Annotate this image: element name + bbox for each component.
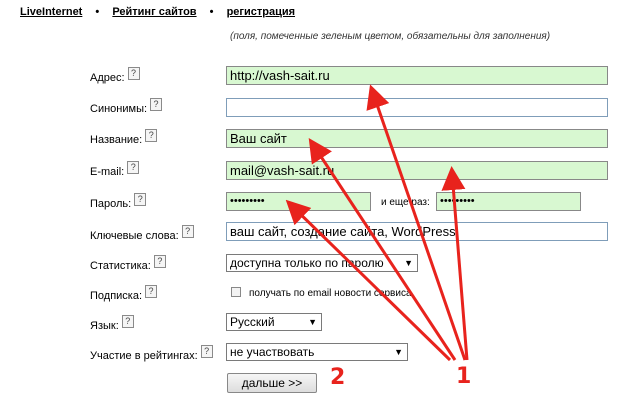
keywords-input[interactable]: ваш сайт, создание сайта, WordPress xyxy=(226,222,608,241)
password-label: Пароль:? xyxy=(90,193,147,211)
help-icon[interactable]: ? xyxy=(150,98,163,111)
help-icon[interactable]: ? xyxy=(145,285,158,298)
language-select[interactable]: Русский ▼ xyxy=(226,313,322,331)
keywords-label: Ключевые слова:? xyxy=(90,225,194,243)
help-icon[interactable]: ? xyxy=(134,193,147,206)
subscription-checkbox[interactable] xyxy=(231,287,241,297)
help-icon[interactable]: ? xyxy=(145,129,158,142)
nav-separator: • xyxy=(95,6,100,18)
statistics-label: Статистика:? xyxy=(90,255,166,273)
language-label: Язык:? xyxy=(90,315,134,333)
help-icon[interactable]: ? xyxy=(153,255,166,268)
address-input[interactable]: http://vash-sait.ru xyxy=(226,66,608,85)
next-button[interactable]: дальше >> xyxy=(227,373,317,393)
nav-link-liveinternet[interactable]: LiveInternet xyxy=(20,6,82,18)
help-icon[interactable]: ? xyxy=(200,345,213,358)
synonyms-label: Синонимы:? xyxy=(90,98,163,116)
nav-link-registration[interactable]: регистрация xyxy=(227,6,295,18)
site-name-input[interactable]: Ваш сайт xyxy=(226,129,608,148)
help-icon[interactable]: ? xyxy=(127,67,140,80)
subscription-checkbox-label: получать по email новости сервиса xyxy=(249,288,412,299)
nav-separator: • xyxy=(209,6,214,18)
site-name-label: Название:? xyxy=(90,129,158,147)
annotation-label-2: 2 xyxy=(330,365,346,390)
chevron-down-icon: ▼ xyxy=(394,347,403,357)
password-input[interactable]: ••••••••• xyxy=(226,192,371,211)
statistics-select[interactable]: доступна только по паролю ▼ xyxy=(226,254,418,272)
help-icon[interactable]: ? xyxy=(181,225,194,238)
password-confirm-input[interactable]: ••••••••• xyxy=(436,192,581,211)
ratings-label: Участие в рейтингах:? xyxy=(90,345,213,363)
statistics-select-value: доступна только по паролю xyxy=(230,256,384,270)
ratings-select-value: не участвовать xyxy=(230,345,315,359)
synonyms-input[interactable] xyxy=(226,98,608,117)
email-label: E-mail:? xyxy=(90,161,140,179)
subscription-label: Подписка:? xyxy=(90,285,158,303)
annotation-label-1: 1 xyxy=(456,364,472,389)
top-nav: LiveInternet • Рейтинг сайтов • регистра… xyxy=(20,6,295,18)
required-fields-note: (поля, помеченные зеленым цветом, обязат… xyxy=(230,31,551,42)
chevron-down-icon: ▼ xyxy=(308,317,317,327)
chevron-down-icon: ▼ xyxy=(404,258,413,268)
ratings-select[interactable]: не участвовать ▼ xyxy=(226,343,408,361)
nav-link-ratings[interactable]: Рейтинг сайтов xyxy=(112,6,196,18)
email-input[interactable]: mail@vash-sait.ru xyxy=(226,161,608,180)
password-again-label: и еще раз: xyxy=(381,197,430,208)
help-icon[interactable]: ? xyxy=(127,161,140,174)
help-icon[interactable]: ? xyxy=(121,315,134,328)
language-select-value: Русский xyxy=(230,315,275,329)
address-label: Адрес:? xyxy=(90,67,140,85)
